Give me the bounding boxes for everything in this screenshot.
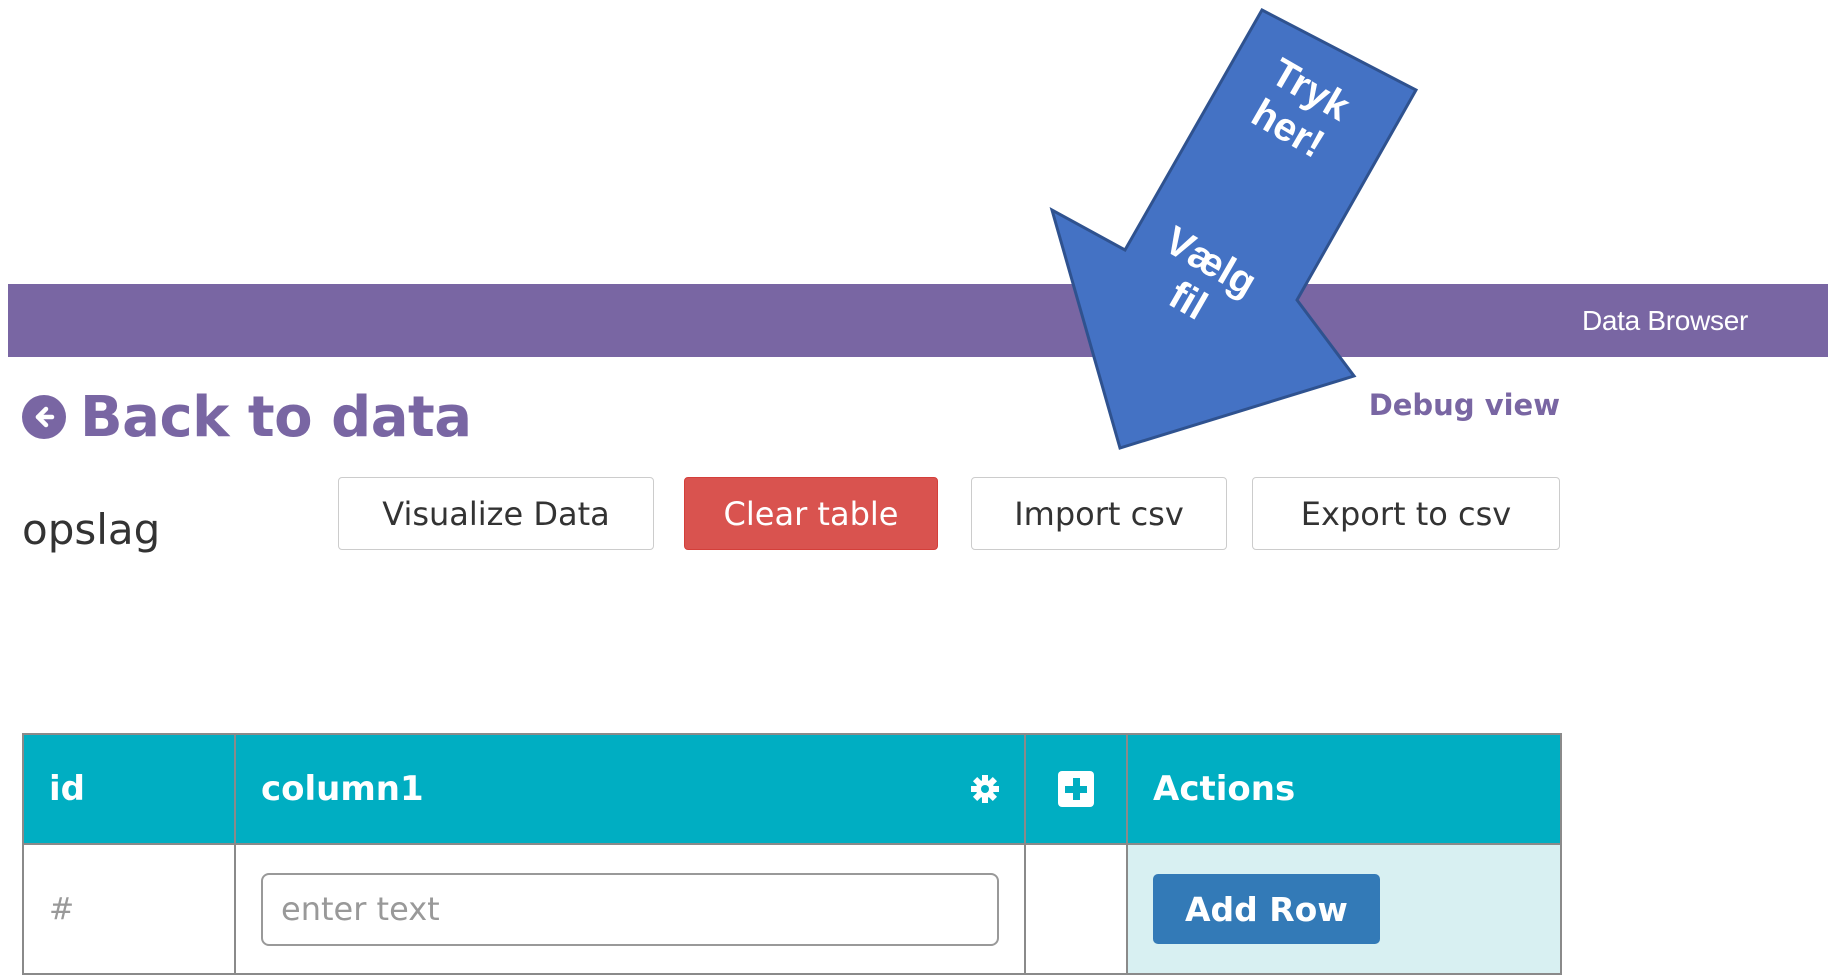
- column-header-column1: column1: [234, 733, 1026, 845]
- table-header-row: id column1 Actions: [22, 733, 1562, 845]
- column1-input[interactable]: [261, 872, 999, 946]
- clear-table-button[interactable]: Clear table: [684, 477, 938, 550]
- column-header-actions: Actions: [1126, 733, 1562, 845]
- back-to-data-label: Back to data: [80, 384, 472, 450]
- arrow-left-circle-icon: [22, 395, 66, 439]
- back-to-data-link[interactable]: Back to data: [22, 382, 472, 452]
- visualize-data-button[interactable]: Visualize Data: [338, 477, 654, 550]
- column-header-label: column1: [261, 769, 424, 809]
- top-nav-bar: Data Browser: [8, 284, 1828, 357]
- app-title[interactable]: Data Browser: [1582, 284, 1748, 357]
- export-to-csv-button[interactable]: Export to csv: [1252, 477, 1560, 550]
- actions-cell: Add Row: [1126, 843, 1562, 975]
- column-header-id: id: [22, 733, 236, 845]
- callout-line-1: Tryk: [1264, 50, 1358, 130]
- debug-view-link[interactable]: Debug view: [1345, 388, 1560, 422]
- add-column-header: [1024, 733, 1128, 845]
- id-placeholder: #: [22, 843, 236, 975]
- gear-icon[interactable]: [971, 775, 999, 803]
- import-csv-button[interactable]: Import csv: [971, 477, 1227, 550]
- new-row: # Add Row: [22, 843, 1562, 975]
- add-column-icon[interactable]: [1058, 771, 1094, 807]
- add-row-button[interactable]: Add Row: [1153, 874, 1380, 944]
- table-name: opslag: [22, 505, 161, 554]
- callout-line-2: her!: [1244, 91, 1331, 167]
- data-table: id column1 Actions # enter text Add Row: [22, 733, 1562, 975]
- column1-cell: [234, 843, 1026, 975]
- empty-cell: [1024, 843, 1128, 975]
